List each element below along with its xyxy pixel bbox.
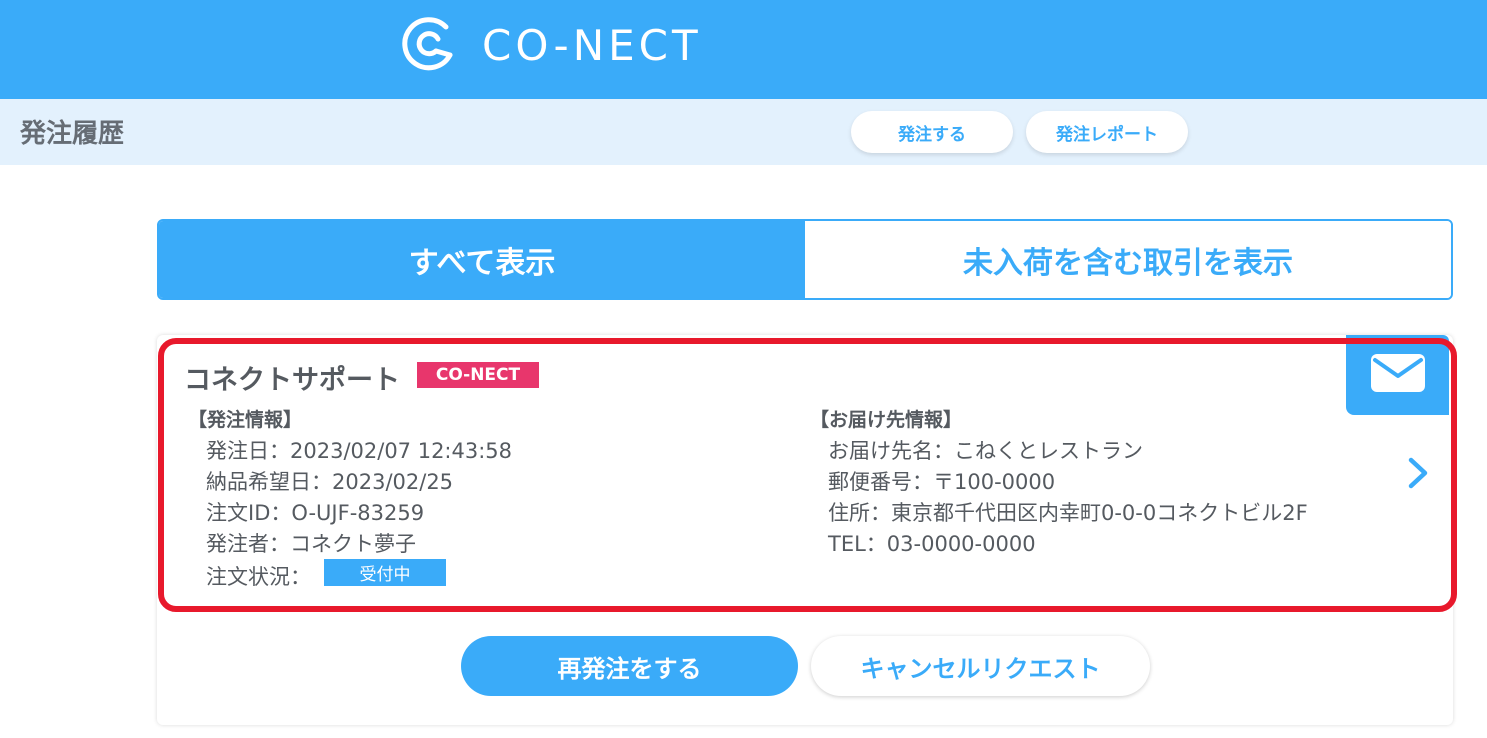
status-badge: 受付中 [324, 559, 446, 586]
address: 住所：東京都千代田区内幸町0-0-0コネクトビル2F [828, 501, 1308, 525]
place-order-button[interactable]: 発注する [851, 111, 1013, 153]
mail-icon [1369, 352, 1427, 398]
top-header: CO-NECT [0, 0, 1487, 99]
conect-logo-icon [402, 15, 458, 75]
logo[interactable]: CO-NECT [402, 17, 702, 73]
order-status-label: 注文状況： [206, 565, 311, 589]
logo-text: CO-NECT [482, 20, 702, 70]
chevron-right-icon[interactable] [1403, 456, 1431, 490]
reorder-button[interactable]: 再発注をする [461, 636, 798, 696]
delivery-info-heading: 【お届け先情報】 [810, 409, 963, 431]
order-info-heading: 【発注情報】 [188, 409, 303, 431]
page-title: 発注履歴 [20, 119, 125, 149]
order-id: 注文ID：O-UJF-83259 [206, 501, 425, 525]
filter-tabs: すべて表示 未入荷を含む取引を表示 [157, 219, 1453, 300]
order-date: 発注日：2023/02/07 12:43:58 [206, 439, 513, 463]
order-report-button[interactable]: 発注レポート [1026, 111, 1188, 153]
orderer-name: 発注者：コネクト夢子 [206, 532, 416, 556]
recipient-name: お届け先名：こねくとレストラン [828, 439, 1143, 463]
telephone: TEL：03-0000-0000 [828, 532, 1036, 556]
sub-header: 発注履歴 発注する 発注レポート [0, 99, 1487, 165]
supplier-name: コネクトサポート [184, 365, 400, 396]
cancel-request-button[interactable]: キャンセルリクエスト [811, 636, 1150, 696]
tab-show-all[interactable]: すべて表示 [159, 221, 805, 298]
mail-button[interactable] [1346, 335, 1449, 415]
brand-badge: CO-NECT [417, 362, 539, 388]
delivery-request-date: 納品希望日：2023/02/25 [206, 470, 454, 494]
postal-code: 郵便番号：〒100-0000 [828, 470, 1056, 494]
tab-show-pending[interactable]: 未入荷を含む取引を表示 [805, 221, 1451, 298]
